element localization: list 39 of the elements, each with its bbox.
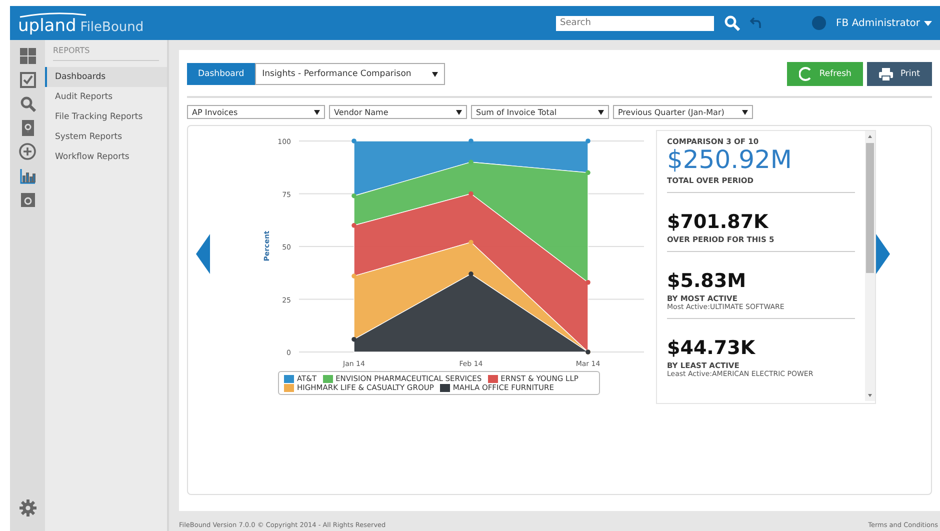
filter-select[interactable]: AP Invoices xyxy=(187,105,325,119)
printer-icon xyxy=(879,68,894,80)
print-button[interactable]: Print xyxy=(867,62,932,86)
stat-value: $250.92M xyxy=(667,145,793,174)
archive-icon[interactable] xyxy=(20,192,34,206)
next-arrow[interactable] xyxy=(876,234,890,274)
filter-select[interactable]: Previous Quarter (Jan-Mar) xyxy=(613,105,753,119)
grid-icon[interactable] xyxy=(20,48,36,64)
refresh-icon xyxy=(799,67,812,81)
caret-icon xyxy=(314,110,320,114)
search-icon[interactable] xyxy=(724,15,740,31)
sidebar-item[interactable]: Dashboards xyxy=(45,67,167,87)
settings-icon[interactable] xyxy=(18,499,36,517)
scrollbar[interactable] xyxy=(865,131,875,401)
bar-chart-icon[interactable] xyxy=(20,168,36,184)
logo: upland FileBound xyxy=(18,10,144,36)
sidebar-heading: REPORTS xyxy=(53,46,159,61)
stat-value: $701.87K xyxy=(667,211,770,233)
sidebar-item[interactable]: System Reports xyxy=(45,127,167,147)
previous-arrow[interactable] xyxy=(196,234,210,274)
search-field[interactable]: Search xyxy=(556,16,714,30)
caret-icon xyxy=(432,72,438,76)
caret-icon xyxy=(598,110,604,114)
dashboard-select[interactable]: Insights - Performance Comparison xyxy=(255,63,446,85)
checkbox-icon[interactable] xyxy=(20,72,36,88)
stat-value: $5.83M xyxy=(667,270,748,292)
stat-value: $44.73K xyxy=(667,337,756,359)
plus-circle-icon[interactable] xyxy=(19,143,36,160)
sidebar-item[interactable]: File Tracking Reports xyxy=(45,107,167,127)
filter-select[interactable]: Vendor Name xyxy=(329,105,467,119)
dashboard-tab[interactable]: Dashboard xyxy=(187,63,256,85)
search-icon[interactable] xyxy=(20,96,36,112)
caret-icon xyxy=(742,110,748,114)
caret-icon xyxy=(456,110,462,114)
user-menu[interactable]: FB Administrator xyxy=(836,18,932,28)
sidebar-item[interactable]: Workflow Reports xyxy=(45,147,167,167)
sidebar-item[interactable]: Audit Reports xyxy=(45,87,167,107)
caret-icon xyxy=(924,20,932,26)
filter-select[interactable]: Sum of Invoice Total xyxy=(471,105,609,119)
